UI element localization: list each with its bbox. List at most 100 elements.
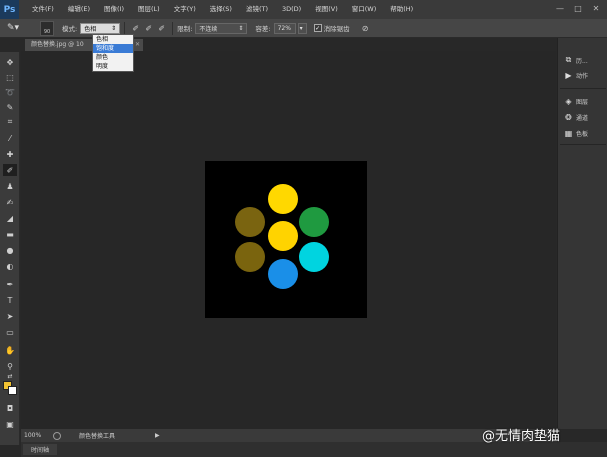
channels-icon: ❂	[565, 112, 572, 122]
blur-tool-icon[interactable]: ●	[3, 244, 17, 256]
layers-icon: ◈	[565, 96, 572, 106]
tolerance-input[interactable]: 72%	[273, 22, 296, 34]
channels-panel-button[interactable]: ❂ 通道	[563, 111, 588, 123]
mode-select[interactable]: 色相 ⇕	[80, 22, 121, 34]
circle-yellow-top	[268, 184, 298, 214]
circle-cyan-right	[299, 242, 329, 272]
swatches-panel-button[interactable]: ▦ 色板	[563, 127, 588, 139]
mode-label: 模式:	[62, 25, 78, 33]
menu-bar: Ps 文件(F) 编辑(E) 图像(I) 图层(L) 文字(Y) 选择(S) 滤…	[0, 0, 607, 19]
shape-tool-icon[interactable]: ▭	[3, 326, 17, 338]
healing-brush-tool-icon[interactable]: ✚	[3, 148, 17, 160]
mode-dropdown-menu: 色相 饱和度 颜色 明度	[92, 34, 134, 72]
limit-select[interactable]: 不连续 ⇕	[195, 22, 248, 34]
move-tool-icon[interactable]: ✥	[3, 56, 17, 68]
sampling-background-icon[interactable]: ✐	[155, 24, 168, 33]
dock-separator	[560, 144, 606, 145]
limit-select-value: 不连续	[199, 25, 218, 33]
menu-file[interactable]: 文件(F)	[25, 0, 61, 19]
watermark-text: @无情肉垫猫	[482, 429, 561, 444]
antialias-checkbox[interactable]: ✓	[313, 24, 322, 32]
pen-tool-icon[interactable]: ✒	[3, 278, 17, 290]
circle-olive-left-bottom	[235, 242, 265, 272]
info-icon[interactable]	[53, 431, 61, 440]
mode-option-hue[interactable]: 色相	[93, 35, 133, 44]
eyedropper-tool-icon[interactable]: ⁄	[3, 132, 17, 144]
antialias-label: 消除锯齿	[323, 25, 350, 33]
dodge-tool-icon[interactable]: ◐	[3, 260, 17, 272]
circle-yellow-center	[268, 221, 298, 251]
swatches-label: 色板	[576, 130, 589, 138]
mode-option-color[interactable]: 颜色	[93, 53, 133, 62]
menu-select[interactable]: 选择(S)	[203, 0, 239, 19]
restore-icon[interactable]: □	[569, 1, 587, 15]
quick-select-tool-icon[interactable]: ✎	[3, 101, 17, 113]
menu-filter[interactable]: 滤镜(T)	[239, 0, 275, 19]
document-tab-title: 颜色替换.jpg @ 10	[31, 41, 84, 48]
history-icon: ⧉	[565, 55, 572, 64]
watermark: @无情肉垫猫	[482, 425, 560, 444]
status-bar: 100% 颜色替换工具 ▶	[21, 429, 557, 442]
color-replacement-tool-icon[interactable]: ✎▾	[0, 20, 26, 37]
tolerance-label: 容差:	[255, 25, 271, 33]
limit-label: 限制:	[177, 25, 193, 33]
type-tool-icon[interactable]: T	[3, 294, 17, 306]
dock-separator	[560, 88, 606, 89]
current-tool-label: 颜色替换工具	[79, 433, 116, 440]
menu-view[interactable]: 视图(V)	[308, 0, 345, 19]
actions-panel-button[interactable]: ▶ 动作	[563, 69, 588, 81]
clone-stamp-tool-icon[interactable]: ♟	[3, 180, 17, 192]
sampling-once-icon[interactable]: ✐	[142, 24, 155, 33]
brush-size-picker[interactable]: 90	[40, 20, 54, 36]
background-color-swatch[interactable]	[8, 386, 17, 395]
crop-tool-icon[interactable]: ⌗	[3, 116, 17, 128]
zoom-level[interactable]: 100%	[21, 432, 53, 439]
actions-icon: ▶	[565, 70, 572, 80]
layers-label: 图层	[576, 98, 589, 106]
pressure-icon[interactable]: ⊘	[359, 24, 372, 33]
lasso-tool-icon[interactable]: ➰	[3, 86, 17, 98]
menu-image[interactable]: 图像(I)	[97, 0, 131, 19]
antialias-option[interactable]: ✓ 消除锯齿	[313, 23, 353, 33]
swatches-icon: ▦	[564, 128, 573, 138]
menu-3d[interactable]: 3D(D)	[275, 0, 308, 19]
menu-type[interactable]: 文字(Y)	[167, 0, 203, 19]
document-canvas[interactable]	[21, 51, 556, 429]
history-panel-button[interactable]: ⧉ 历...	[563, 54, 588, 66]
close-icon[interactable]: ✕	[135, 39, 140, 51]
history-brush-tool-icon[interactable]: ✍	[3, 196, 17, 208]
menu-help[interactable]: 帮助(H)	[383, 0, 420, 19]
sampling-continuous-icon[interactable]: ✐	[129, 24, 142, 33]
marquee-tool-icon[interactable]: ⬚	[3, 71, 17, 83]
path-select-tool-icon[interactable]: ➤	[3, 310, 17, 322]
mode-option-saturation[interactable]: 饱和度	[93, 44, 133, 53]
hand-tool-icon[interactable]: ✋	[3, 344, 17, 356]
mode-select-value: 色相	[84, 25, 97, 33]
minimize-icon[interactable]: —	[551, 1, 569, 15]
chevron-down-icon: ▾	[299, 24, 303, 32]
tolerance-value: 72%	[277, 24, 291, 32]
separator	[172, 21, 174, 35]
status-menu-arrow-icon[interactable]: ▶	[155, 432, 160, 439]
chevron-updown-icon: ⇕	[111, 24, 117, 32]
quick-mask-icon[interactable]: ◘	[3, 402, 17, 414]
screen-mode-icon[interactable]: ▣	[3, 418, 17, 430]
close-icon[interactable]: ✕	[587, 1, 605, 15]
history-label: 历...	[576, 57, 588, 65]
circle-green-right	[299, 207, 329, 237]
canvas-area[interactable]	[21, 51, 556, 429]
timeline-tab[interactable]: 时间轴	[23, 444, 58, 455]
right-panel-dock: ⧉ 历... ▶ 动作 ◈ 图层 ❂ 通道 ▦ 色板	[557, 38, 607, 429]
separator	[124, 21, 126, 35]
channels-label: 通道	[576, 114, 589, 122]
gradient-tool-icon[interactable]: ▬	[3, 228, 17, 240]
mode-option-luminosity[interactable]: 明度	[93, 62, 133, 71]
circle-olive-left-top	[235, 207, 265, 237]
menu-layer[interactable]: 图层(L)	[131, 0, 167, 19]
menu-window[interactable]: 窗口(W)	[345, 0, 384, 19]
eraser-tool-icon[interactable]: ◢	[3, 212, 17, 224]
menu-edit[interactable]: 编辑(E)	[61, 0, 97, 19]
layers-panel-button[interactable]: ◈ 图层	[563, 95, 588, 107]
tolerance-slider-toggle[interactable]: ▾	[297, 22, 307, 34]
color-replacement-tool-icon[interactable]: ✐	[3, 164, 17, 176]
